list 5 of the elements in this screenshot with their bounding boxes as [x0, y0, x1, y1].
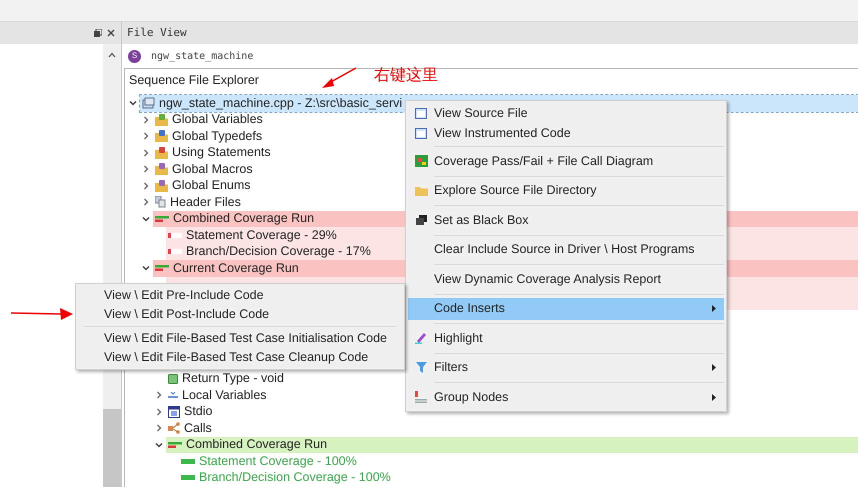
sequence-badge: S [128, 50, 141, 62]
panel-title: File View [127, 24, 187, 41]
sequence-name: ngw_state_machine [151, 50, 254, 64]
annotation-text: 右键这里 [374, 64, 438, 86]
explorer-title: Sequence File Explorer [129, 72, 259, 89]
